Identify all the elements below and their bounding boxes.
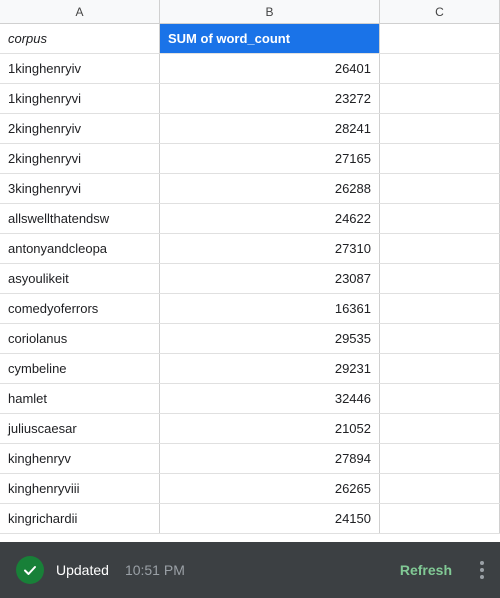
cell-empty [380, 504, 500, 533]
cell-count: 26265 [160, 474, 380, 503]
cell-empty [380, 384, 500, 413]
cell-empty [380, 54, 500, 83]
table-row: coriolanus29535 [0, 324, 500, 354]
table-row: kinghenryviii26265 [0, 474, 500, 504]
cell-count: 29535 [160, 324, 380, 353]
cell-count: 23087 [160, 264, 380, 293]
cell-corpus: kingrichardii [0, 504, 160, 533]
cell-count: 23272 [160, 84, 380, 113]
cell-empty [380, 144, 500, 173]
cell-empty [380, 444, 500, 473]
table-row: 2kinghenryvi27165 [0, 144, 500, 174]
cell-corpus: 2kinghenryvi [0, 144, 160, 173]
cell-count: 16361 [160, 294, 380, 323]
cell-corpus: asyoulikeit [0, 264, 160, 293]
table-row-header: corpus SUM of word_count [0, 24, 500, 54]
cell-corpus: comedyoferrors [0, 294, 160, 323]
toast-status: Updated [56, 562, 109, 578]
refresh-button[interactable]: Refresh [400, 562, 452, 578]
table-row: allswellthatendsw24622 [0, 204, 500, 234]
cell-count: 27165 [160, 144, 380, 173]
cell-empty [380, 474, 500, 503]
table-row: comedyoferrors16361 [0, 294, 500, 324]
spreadsheet: A B C corpus SUM of word_count 1kinghenr… [0, 0, 500, 598]
header-cell-a: corpus [0, 24, 160, 53]
toast-time: 10:51 PM [125, 562, 185, 578]
cell-corpus: cymbeline [0, 354, 160, 383]
cell-count: 21052 [160, 414, 380, 443]
cell-empty [380, 354, 500, 383]
table-row: 2kinghenryiv28241 [0, 114, 500, 144]
col-header-c: C [380, 0, 500, 23]
cell-corpus: 1kinghenryvi [0, 84, 160, 113]
cell-empty [380, 84, 500, 113]
more-options-icon [480, 561, 484, 579]
cell-corpus: antonyandcleopa [0, 234, 160, 263]
cell-corpus: allswellthatendsw [0, 204, 160, 233]
cell-count: 26288 [160, 174, 380, 203]
table-row: juliuscaesar21052 [0, 414, 500, 444]
cell-corpus: 2kinghenryiv [0, 114, 160, 143]
table-body: corpus SUM of word_count 1kinghenryiv264… [0, 24, 500, 534]
cell-empty [380, 294, 500, 323]
col-header-b: B [160, 0, 380, 23]
cell-empty [380, 204, 500, 233]
cell-count: 32446 [160, 384, 380, 413]
cell-corpus: 3kinghenryvi [0, 174, 160, 203]
cell-corpus: kinghenryv [0, 444, 160, 473]
cell-count: 27310 [160, 234, 380, 263]
col-header-a: A [0, 0, 160, 23]
table-row: kingrichardii24150 [0, 504, 500, 534]
header-cell-c [380, 24, 500, 53]
cell-count: 27894 [160, 444, 380, 473]
cell-count: 26401 [160, 54, 380, 83]
table-row: 1kinghenryvi23272 [0, 84, 500, 114]
more-options-button[interactable] [480, 561, 484, 579]
cell-corpus: hamlet [0, 384, 160, 413]
cell-count: 24150 [160, 504, 380, 533]
table-row: kinghenryv27894 [0, 444, 500, 474]
cell-empty [380, 174, 500, 203]
cell-empty [380, 414, 500, 443]
toast-notification: Updated 10:51 PM Refresh [0, 542, 500, 598]
header-cell-b: SUM of word_count [160, 24, 380, 53]
cell-corpus: kinghenryviii [0, 474, 160, 503]
table-row: antonyandcleopa27310 [0, 234, 500, 264]
column-headers: A B C [0, 0, 500, 24]
cell-count: 29231 [160, 354, 380, 383]
table-row: asyoulikeit23087 [0, 264, 500, 294]
cell-corpus: 1kinghenryiv [0, 54, 160, 83]
table-row: hamlet32446 [0, 384, 500, 414]
table-row: 1kinghenryiv26401 [0, 54, 500, 84]
cell-count: 24622 [160, 204, 380, 233]
cell-empty [380, 264, 500, 293]
cell-empty [380, 324, 500, 353]
cell-empty [380, 114, 500, 143]
cell-count: 28241 [160, 114, 380, 143]
cell-corpus: coriolanus [0, 324, 160, 353]
updated-icon [16, 556, 44, 584]
table-row: cymbeline29231 [0, 354, 500, 384]
cell-empty [380, 234, 500, 263]
cell-corpus: juliuscaesar [0, 414, 160, 443]
table-row: 3kinghenryvi26288 [0, 174, 500, 204]
